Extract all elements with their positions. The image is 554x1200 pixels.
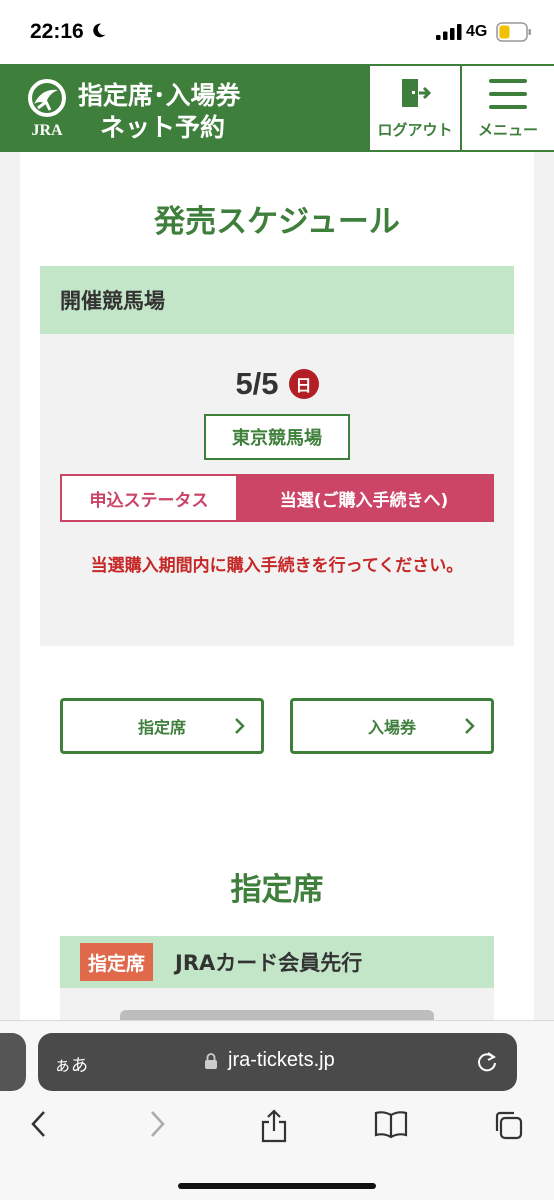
app-header: JRA 指定席･入場券 ネット予約 ログアウト メニュー <box>0 64 554 152</box>
reserved-seat-label: 指定席 <box>137 718 186 737</box>
race-date: 5/5 <box>235 366 279 401</box>
main-card: 発売スケジュール 開催競馬場 5/5 日 東京競馬場 申込ステータス 当選(ご購… <box>20 152 534 1032</box>
admission-ticket-label: 入場券 <box>367 718 416 737</box>
section-subtitle: JRAカード会員先行 <box>175 951 363 975</box>
chevron-right-icon <box>235 718 245 734</box>
tabs-icon[interactable] <box>492 1109 524 1141</box>
date-row: 5/5 日 <box>40 366 514 402</box>
venue-name: 東京競馬場 <box>204 414 350 460</box>
jra-card-presale-header: 指定席 JRAカード会員先行 <box>60 936 494 988</box>
menu-button[interactable]: メニュー <box>462 66 554 150</box>
status-bar: 22:16 4G <box>0 0 554 64</box>
admission-ticket-button[interactable]: 入場券 <box>290 698 494 754</box>
status-label: 申込ステータス <box>62 476 236 520</box>
back-icon[interactable] <box>28 1109 50 1139</box>
previous-tab-peek[interactable] <box>0 1033 26 1091</box>
moon-icon <box>93 23 106 38</box>
venue-header: 開催競馬場 <box>40 266 514 334</box>
venue-panel: 開催競馬場 5/5 日 東京競馬場 申込ステータス 当選(ご購入手続きへ) 当選… <box>40 266 514 646</box>
signal-icon <box>436 24 462 40</box>
logout-button[interactable]: ログアウト <box>370 66 460 150</box>
network-label: 4G <box>466 23 488 40</box>
home-indicator <box>178 1183 376 1189</box>
reserved-seat-button[interactable]: 指定席 <box>60 698 264 754</box>
reload-icon[interactable] <box>476 1050 498 1074</box>
section-tag: 指定席 <box>80 943 154 981</box>
jra-logo-icon[interactable]: JRA <box>24 78 70 138</box>
share-icon[interactable] <box>260 1109 288 1143</box>
app-title-line1: 指定席･入場券 <box>78 81 241 110</box>
app-title-line2: ネット予約 <box>100 113 226 142</box>
hamburger-menu-icon <box>489 79 527 109</box>
logout-icon <box>402 79 431 107</box>
chevron-right-icon <box>465 718 475 734</box>
logout-label: ログアウト <box>377 121 453 139</box>
weekday-badge: 日 <box>288 369 319 399</box>
section-title: 指定席 <box>230 872 324 908</box>
page-settings-button[interactable]: ぁあ <box>54 1051 88 1076</box>
forward-icon[interactable] <box>146 1109 168 1139</box>
address-bar[interactable]: ぁあ jra-tickets.jp <box>38 1033 517 1091</box>
logo-text: JRA <box>31 122 63 138</box>
browser-bar: ぁあ jra-tickets.jp <box>0 1020 554 1200</box>
menu-label: メニュー <box>477 121 538 139</box>
url-text: jra-tickets.jp <box>228 1049 335 1071</box>
application-status: 申込ステータス 当選(ご購入手続きへ) <box>60 474 494 522</box>
status-time: 22:16 <box>30 20 84 43</box>
bookmarks-icon[interactable] <box>374 1109 408 1139</box>
page-title: 発売スケジュール <box>154 204 400 240</box>
status-value[interactable]: 当選(ご購入手続きへ) <box>236 476 492 520</box>
lock-icon <box>205 1053 217 1069</box>
notice-text: 当選購入期間内に購入手続きを行ってください。 <box>90 556 464 576</box>
battery-icon <box>496 22 531 42</box>
